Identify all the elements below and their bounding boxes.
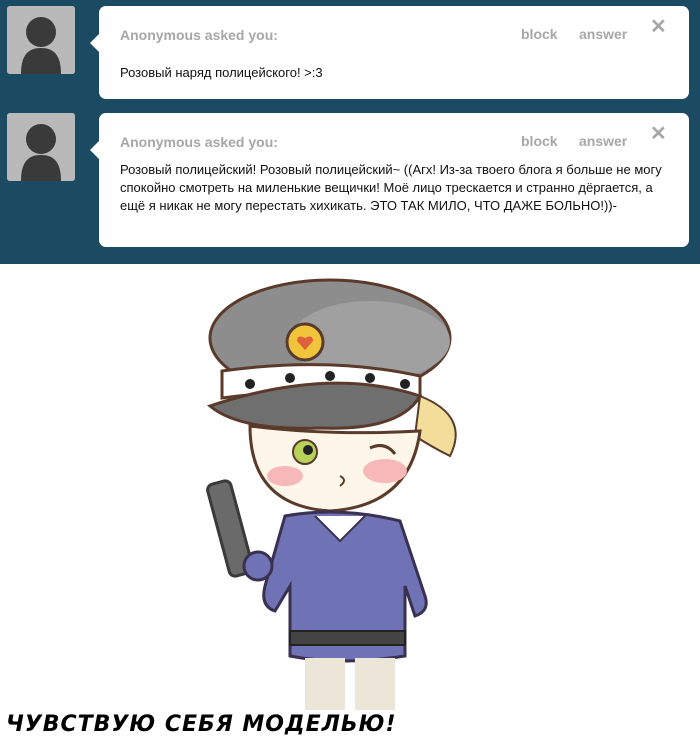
question-text: Розовый наряд полицейского! >:3 — [120, 65, 323, 80]
block-button[interactable]: block — [521, 133, 558, 149]
default-avatar-icon — [7, 113, 75, 181]
police-character-illustration — [206, 278, 457, 710]
caption-text: Чувствую себя моделью! — [6, 712, 397, 737]
asker-name: Anonymous asked you: — [120, 134, 278, 150]
close-icon[interactable]: ✕ — [650, 124, 667, 144]
ask-dashboard: Anonymous asked you: block answer ✕ Розо… — [0, 0, 700, 264]
asker-name: Anonymous asked you: — [120, 27, 278, 43]
question-text: Розовый полицейский! Розовый полицейский… — [120, 162, 662, 213]
default-avatar-icon — [7, 6, 75, 74]
answer-button[interactable]: answer — [579, 26, 627, 42]
anonymous-avatar[interactable] — [7, 6, 75, 74]
anonymous-avatar[interactable] — [7, 113, 75, 181]
answer-button[interactable]: answer — [579, 133, 627, 149]
ask-bubble: Anonymous asked you: block answer ✕ Розо… — [90, 6, 689, 99]
ask-bubble: Anonymous asked you: block answer ✕ Розо… — [90, 113, 689, 247]
close-icon[interactable]: ✕ — [650, 17, 667, 37]
block-button[interactable]: block — [521, 26, 558, 42]
